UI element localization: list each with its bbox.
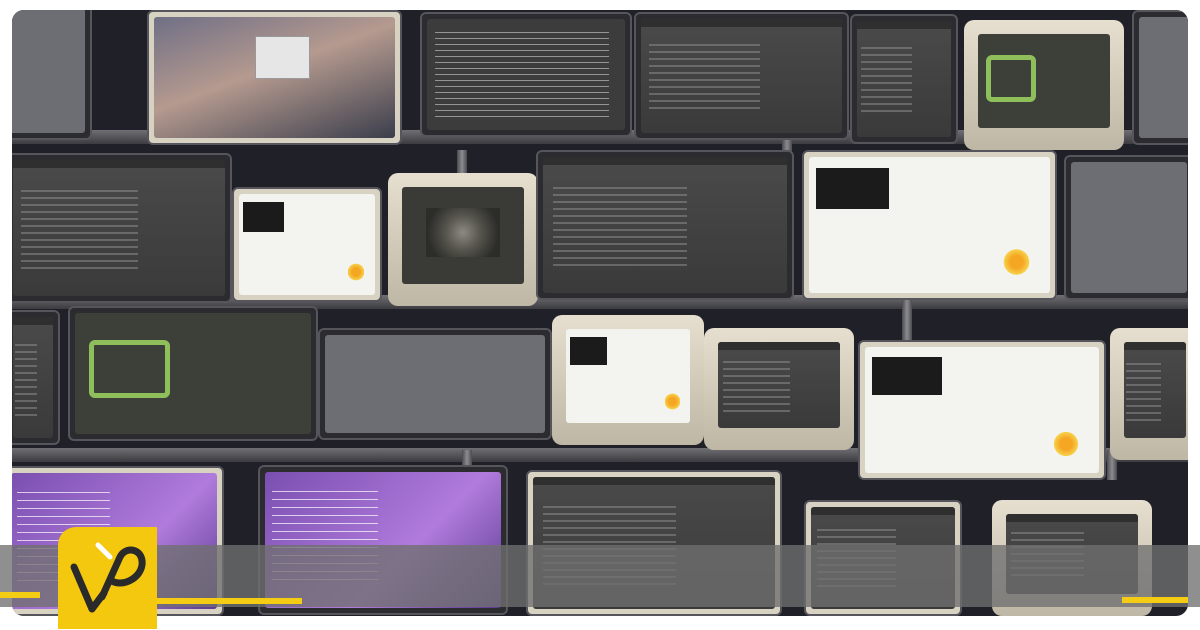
monitor [420,12,632,137]
accent-stripe [157,598,302,604]
monitor [802,150,1057,300]
monitor-screen [1139,17,1188,138]
monitor [1132,10,1188,145]
monitor-screen [566,329,690,423]
monitor [858,340,1106,480]
monitor-screen [402,187,524,284]
monitor [232,187,382,302]
monitor [12,10,92,140]
monitor [12,153,232,303]
monitor [1110,328,1188,460]
monitor [850,14,958,144]
monitor-screen [718,342,840,428]
monitor-screen [239,194,375,295]
monitor [704,328,854,450]
monitor-screen [543,157,787,293]
monitor [318,328,552,440]
monitor-screen [978,34,1110,128]
brand-logo-icon [58,527,157,629]
monitor [12,310,60,445]
monitor-screen [1071,162,1187,293]
monitor-screen [13,317,53,438]
monitor [147,10,402,145]
monitor [634,12,849,140]
monitor [388,173,538,306]
monitor-screen [13,160,225,296]
monitor-screen [427,19,625,130]
monitor-screen [809,157,1050,293]
monitor [552,315,704,445]
monitor-screen [75,313,311,434]
monitor-screen [1124,342,1186,438]
monitor [536,150,794,300]
monitor [1064,155,1188,300]
monitor-screen [857,21,951,137]
monitor [68,306,318,441]
accent-stripe [0,592,40,598]
monitor-screen [325,335,545,433]
monitor-screen [12,10,85,133]
monitor [964,20,1124,150]
accent-stripe [1122,597,1188,603]
monitor-screen [154,17,395,138]
monitor-wall-image [12,10,1188,616]
mount-pole [902,300,912,340]
monitor-screen [641,19,842,133]
monitor-screen [865,347,1099,473]
